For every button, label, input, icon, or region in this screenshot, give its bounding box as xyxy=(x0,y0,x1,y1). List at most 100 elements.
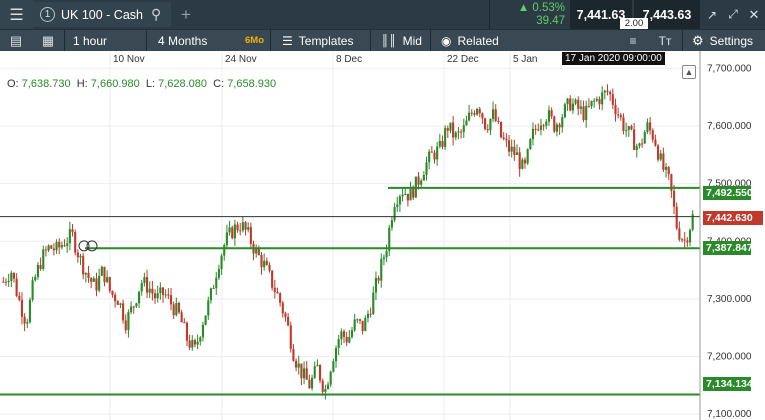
candle-body xyxy=(406,193,409,201)
candle-body xyxy=(175,302,178,316)
candle-body xyxy=(236,224,239,231)
candle-body xyxy=(366,313,370,318)
candle-body xyxy=(215,277,218,289)
candle-body xyxy=(571,103,574,111)
candle-body xyxy=(606,90,609,92)
candle-body xyxy=(582,106,585,120)
candle-body xyxy=(595,98,598,101)
candle-body xyxy=(108,277,111,291)
candle-body xyxy=(199,337,202,342)
candle-body xyxy=(523,159,527,164)
candle-body xyxy=(52,248,55,251)
price-mode-selector[interactable]: ║║ Mid xyxy=(381,30,422,51)
chart-panel-icon[interactable]: ▤ xyxy=(4,30,28,52)
candle-body xyxy=(436,146,439,160)
candle-body xyxy=(201,324,205,338)
templates-button[interactable]: ☰ Templates xyxy=(282,30,353,51)
related-button[interactable]: ◉ Related xyxy=(441,30,499,51)
text-size-icon[interactable]: Tт xyxy=(654,30,676,52)
date-tick-label: 5 Jan xyxy=(513,54,537,65)
candle-body xyxy=(279,293,282,303)
candle-body xyxy=(297,363,300,368)
candle-body xyxy=(220,255,223,270)
candle-body xyxy=(505,138,508,141)
crosshair-date: 17 Jan 2020 09:00:00 xyxy=(562,52,665,65)
candle-body xyxy=(31,280,34,300)
range-badge[interactable]: 6Mo xyxy=(245,30,264,51)
interval-selector[interactable]: 1 hour xyxy=(73,30,107,51)
candle-body xyxy=(47,245,50,251)
candle-body xyxy=(446,128,449,131)
divider xyxy=(146,30,147,51)
candle-body xyxy=(675,206,678,229)
candle-body xyxy=(172,304,175,316)
candle-body xyxy=(393,207,396,221)
instrument-tab[interactable]: 1 UK 100 - Cash ⚲ xyxy=(33,2,171,27)
candle-body xyxy=(55,241,58,251)
candle-body xyxy=(390,220,393,228)
instrument-name: UK 100 - Cash xyxy=(61,7,143,22)
range-selector[interactable]: 4 Months xyxy=(158,30,207,51)
scroll-up-icon[interactable]: ▲ xyxy=(682,65,696,79)
candle-body xyxy=(609,91,612,95)
candle-body xyxy=(420,180,423,185)
candle-body xyxy=(688,229,692,243)
candle-body xyxy=(428,151,431,163)
price-tick-label: 7,100.000 xyxy=(707,409,752,420)
candle-body xyxy=(98,275,101,291)
add-tab-icon[interactable]: + xyxy=(174,0,198,29)
candle-body xyxy=(507,140,511,152)
layout-grid-icon[interactable]: ▦ xyxy=(36,30,60,52)
candle-body xyxy=(481,113,484,119)
detach-window-icon[interactable]: ↗ xyxy=(702,0,722,29)
close-icon[interactable]: ✕ xyxy=(744,0,764,29)
candle-body xyxy=(10,272,13,281)
indicators-icon[interactable]: ≡ xyxy=(622,30,644,52)
candle-body xyxy=(457,131,460,133)
candle-body xyxy=(143,277,146,284)
maximize-icon[interactable]: ⤢ xyxy=(723,0,743,29)
candle-body xyxy=(358,319,362,321)
candle-body xyxy=(633,129,636,150)
price-chart[interactable]: 7,700.0007,600.0007,500.0007,400.0007,30… xyxy=(0,51,765,420)
level-tag-upper[interactable]: 7,492.550 xyxy=(703,186,753,200)
candle-body xyxy=(15,278,18,296)
divider xyxy=(270,30,271,51)
candle-body xyxy=(12,272,16,279)
candle-body xyxy=(193,339,197,345)
candle-body xyxy=(103,266,106,283)
date-tick-label: 24 Nov xyxy=(225,54,257,65)
candle-body xyxy=(225,232,228,246)
candle-body xyxy=(401,194,404,197)
settings-button[interactable]: ⚙ Settings xyxy=(692,30,753,51)
candle-body xyxy=(169,295,173,305)
candle-body xyxy=(566,98,569,105)
candle-body xyxy=(151,288,154,294)
candle-body xyxy=(247,227,250,230)
menu-icon[interactable]: ☰ xyxy=(0,0,33,29)
candle-body xyxy=(153,293,157,299)
candle-body xyxy=(622,117,625,132)
candle-body xyxy=(42,249,45,269)
candle-body xyxy=(569,98,572,111)
candle-body xyxy=(680,239,684,241)
templates-icon: ☰ xyxy=(282,33,293,48)
candle-body xyxy=(100,266,103,276)
candle-body xyxy=(231,227,234,239)
candle-body xyxy=(281,302,284,314)
chart-canvas[interactable]: 7,700.0007,600.0007,500.0007,400.0007,30… xyxy=(0,51,765,420)
candle-body xyxy=(460,131,463,133)
search-icon[interactable]: ⚲ xyxy=(151,6,161,23)
level-tag-lower[interactable]: 7,134.134 xyxy=(703,377,753,391)
candle-body xyxy=(138,291,141,304)
candle-body xyxy=(454,132,457,138)
price-mode-label: Mid xyxy=(402,33,422,48)
candle-body xyxy=(268,264,271,271)
candle-body xyxy=(651,130,654,140)
ohlc-readout: O: 7,638.730 H: 7,660.980 L: 7,628.080 C… xyxy=(7,78,277,90)
candle-body xyxy=(380,258,383,281)
level-tag-middle[interactable]: 7,387.847 xyxy=(703,241,753,255)
candle-body xyxy=(273,287,276,292)
candle-body xyxy=(558,124,561,128)
candle-body xyxy=(164,294,167,296)
